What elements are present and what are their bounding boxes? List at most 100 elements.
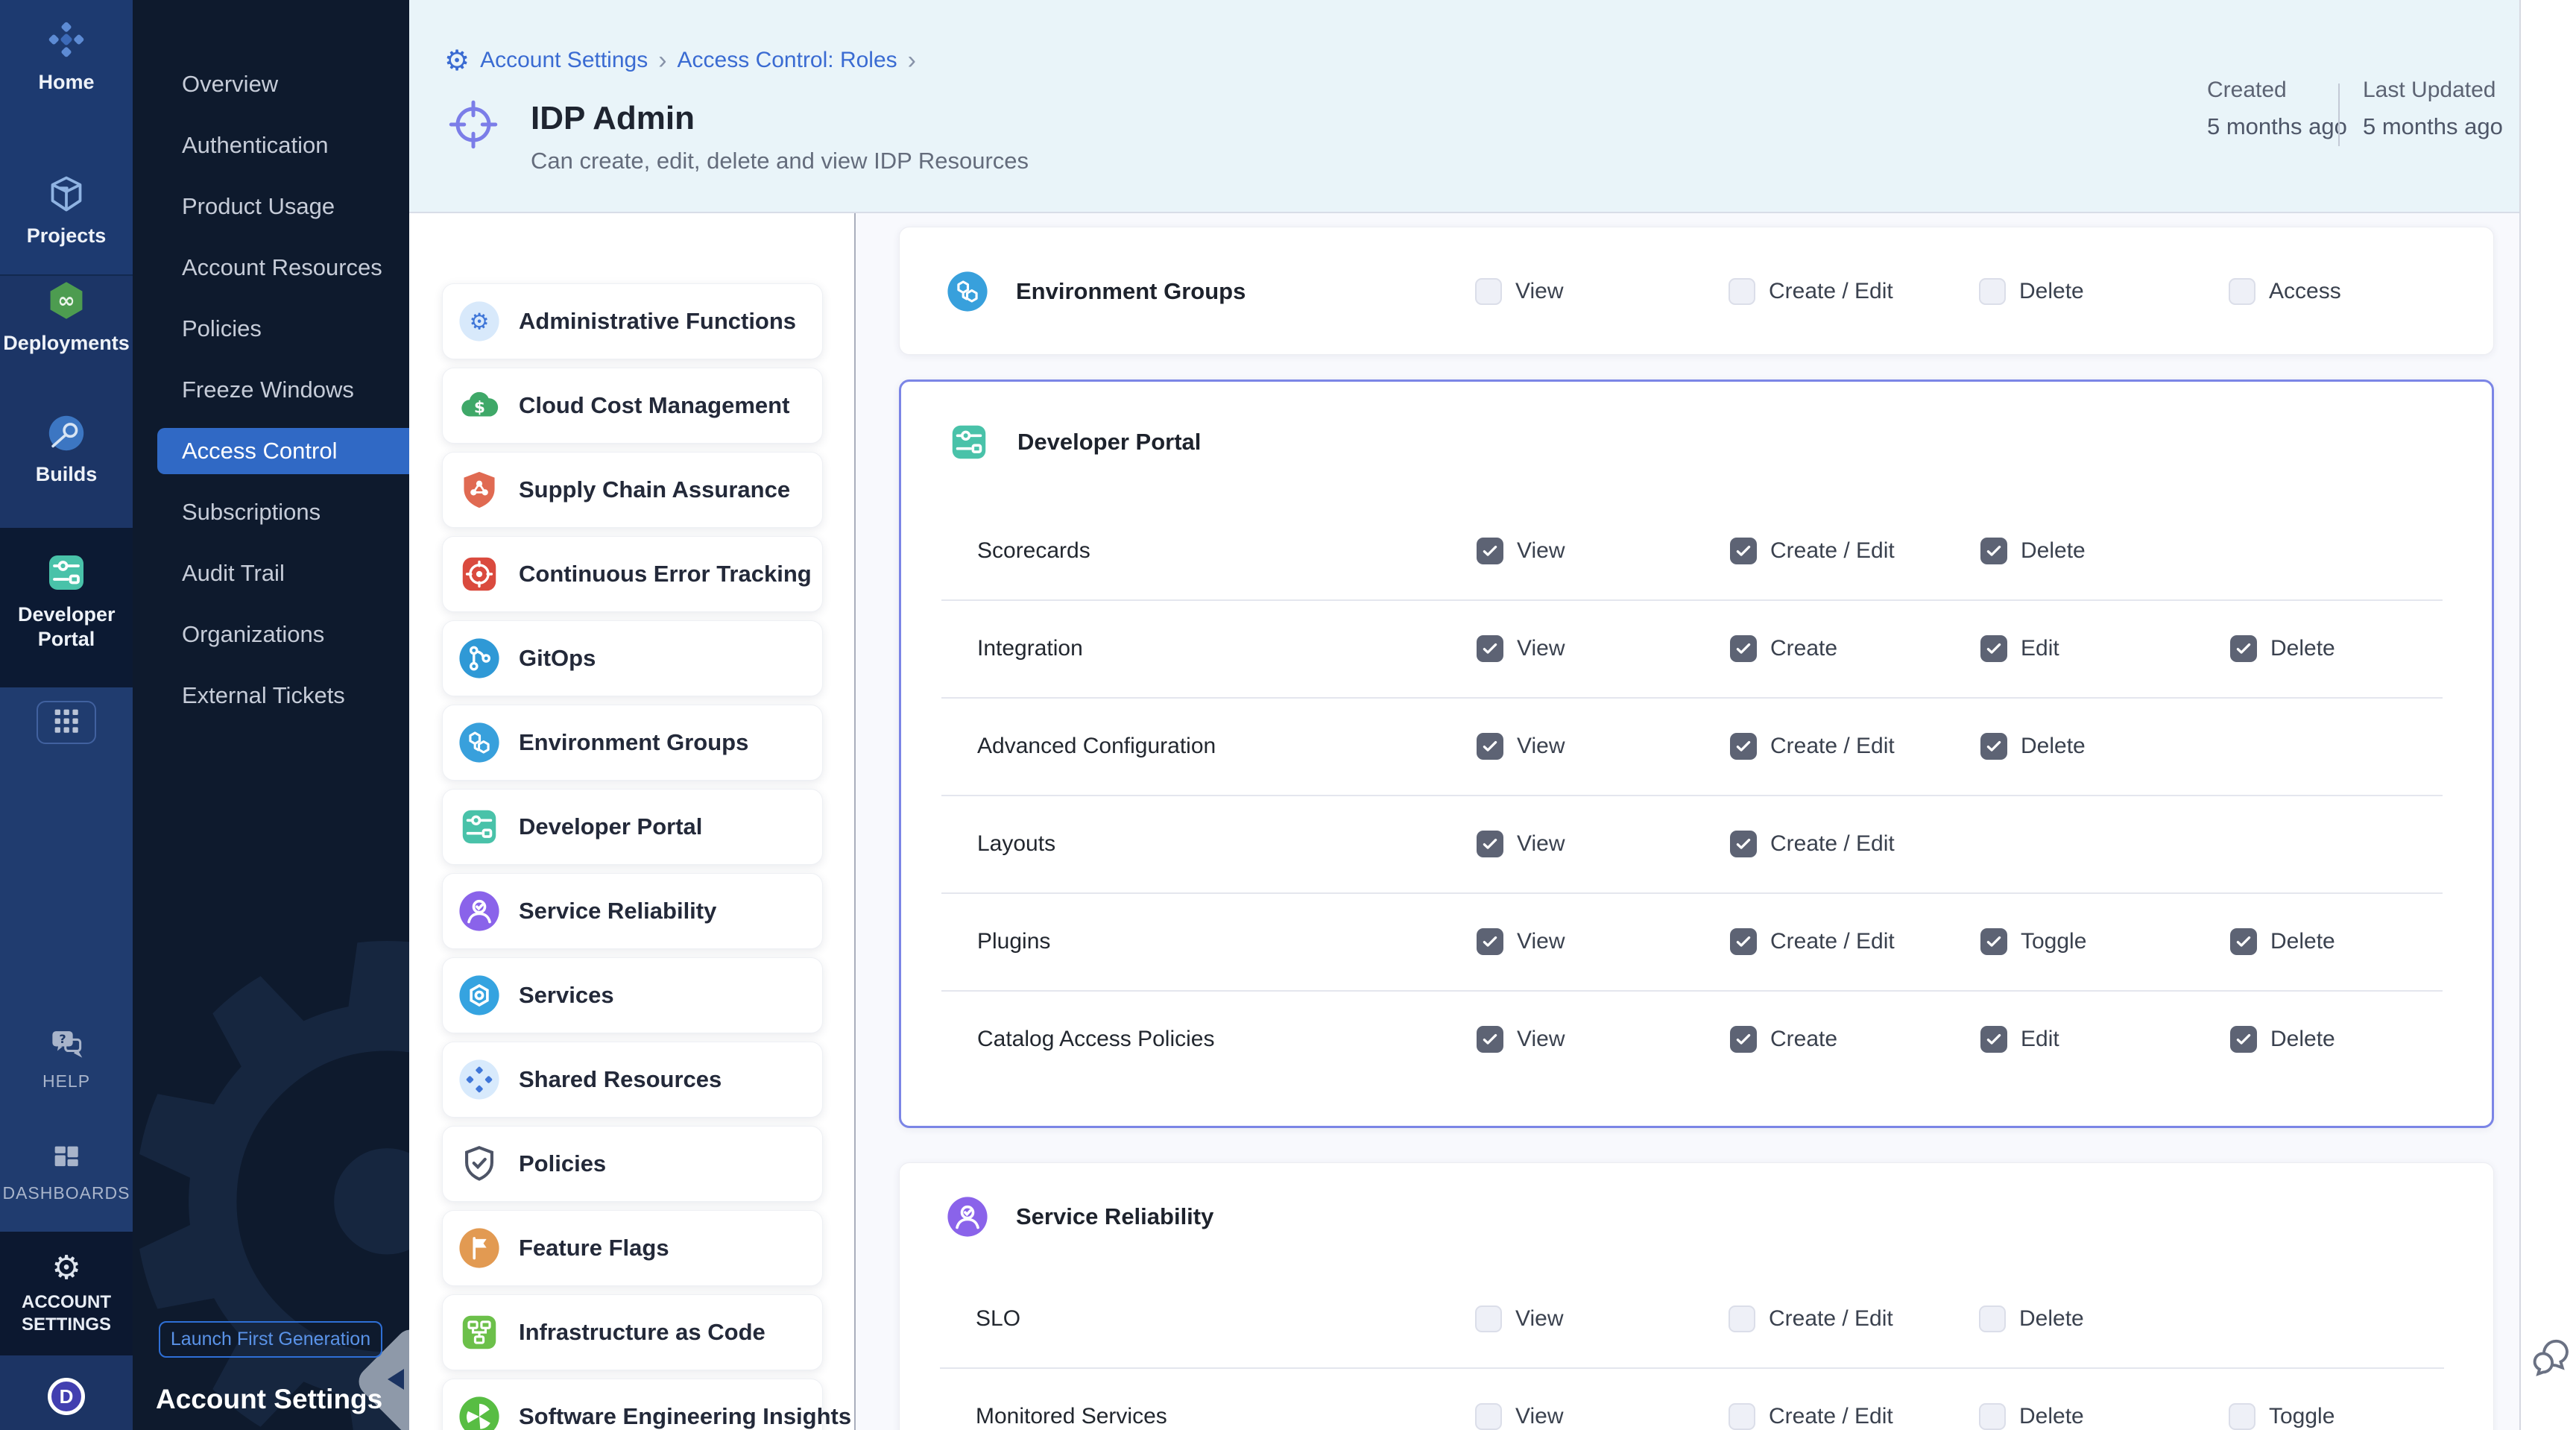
checkbox-plugins-create-edit-checked[interactable] <box>1730 928 1757 955</box>
breadcrumb-link-account-settings[interactable]: Account Settings <box>480 48 648 73</box>
settings-nav-item-freeze-windows[interactable]: Freeze Windows <box>133 359 409 421</box>
resource-item-administrative-functions[interactable]: ⚙Administrative Functions <box>442 283 823 359</box>
settings-nav-item-authentication[interactable]: Authentication <box>133 115 409 176</box>
checkbox-slo-view-unchecked[interactable] <box>1475 1305 1502 1332</box>
resource-item-gitops[interactable]: GitOps <box>442 620 823 696</box>
checkbox-plugins-delete-checked[interactable] <box>2230 928 2257 955</box>
resource-item-shared-resources[interactable]: Shared Resources <box>442 1042 823 1118</box>
permission-label: Create / Edit <box>1770 929 1895 954</box>
resource-item-feature-flags[interactable]: Feature Flags <box>442 1210 823 1286</box>
resource-type-list: ⚙Administrative Functions $Cloud Cost Man… <box>409 213 854 1430</box>
resource-item-label: Cloud Cost Management <box>519 392 789 419</box>
checkbox-integration-view-checked[interactable] <box>1477 635 1503 662</box>
perm-advanced-configuration-view: View <box>1477 733 1565 760</box>
rail-item-account-settings[interactable]: ⚙ ACCOUNT SETTINGS <box>0 1251 133 1336</box>
rail-item-developer-portal[interactable]: Developer Portal <box>0 550 133 652</box>
settings-nav-item-policies[interactable]: Policies <box>133 298 409 359</box>
settings-nav-item-external-tickets[interactable]: External Tickets <box>133 665 409 726</box>
settings-nav-item-subscriptions[interactable]: Subscriptions <box>133 482 409 543</box>
checkbox-integration-delete-checked[interactable] <box>2230 635 2257 662</box>
checkbox-advanced-configuration-delete-checked[interactable] <box>1980 733 2007 760</box>
checkbox-scorecards-delete-checked[interactable] <box>1980 538 2007 564</box>
last-updated-label: Last Updated <box>2363 78 2503 103</box>
checkbox-monitored-services-toggle-unchecked[interactable] <box>2229 1403 2255 1430</box>
perm-environment-groups-delete: Delete <box>1979 278 2084 305</box>
person-check-icon <box>458 889 501 933</box>
settings-nav-item-access-control[interactable]: Access Control <box>133 421 409 482</box>
permission-row-label: Scorecards <box>977 538 1090 564</box>
settings-nav-item-audit-trail[interactable]: Audit Trail <box>133 543 409 604</box>
checkbox-slo-create-edit-unchecked[interactable] <box>1729 1305 1755 1332</box>
checkbox-integration-edit-checked[interactable] <box>1980 635 2007 662</box>
permission-row-label: Plugins <box>977 929 1050 954</box>
checkbox-monitored-services-delete-unchecked[interactable] <box>1979 1403 2006 1430</box>
cube-icon <box>44 171 89 216</box>
permissions-pane: Environment GroupsViewCreate / EditDelet… <box>856 213 2519 1430</box>
harness-logo-icon <box>43 16 89 63</box>
permission-row-label: Monitored Services <box>976 1404 1167 1429</box>
rail-item-label: Builds <box>36 462 98 487</box>
sidebar-collapse-button[interactable] <box>388 1369 404 1390</box>
settings-nav-item-label: Overview <box>182 71 278 98</box>
settings-nav-item-label: Authentication <box>182 132 328 159</box>
checkbox-catalog-access-policies-delete-checked[interactable] <box>2230 1026 2257 1053</box>
rail-item-home[interactable]: Home <box>0 16 133 95</box>
checkbox-environment-groups-delete-unchecked[interactable] <box>1979 278 2006 305</box>
support-chat-icon[interactable] <box>2527 1333 2573 1384</box>
checkbox-environment-groups-access-unchecked[interactable] <box>2229 278 2255 305</box>
checkbox-environment-groups-view-unchecked[interactable] <box>1475 278 1502 305</box>
perm-plugins-toggle: Toggle <box>1980 928 2086 955</box>
checkbox-advanced-configuration-create-edit-checked[interactable] <box>1730 733 1757 760</box>
permission-row-label: Layouts <box>977 831 1055 857</box>
permission-label: View <box>1517 636 1565 661</box>
user-avatar[interactable]: D <box>48 1378 85 1415</box>
launch-first-generation-button[interactable]: Launch First Generation <box>159 1321 382 1358</box>
resource-item-services[interactable]: Services <box>442 957 823 1033</box>
checkbox-advanced-configuration-view-checked[interactable] <box>1477 733 1503 760</box>
checkbox-layouts-create-edit-checked[interactable] <box>1730 831 1757 857</box>
resource-item-software-engineering-insights[interactable]: Software Engineering Insights <box>442 1379 823 1430</box>
settings-nav-item-overview[interactable]: Overview <box>133 54 409 115</box>
permission-row-slo: SLOViewCreate / EditDelete <box>900 1270 2493 1367</box>
resource-item-cloud-cost-management[interactable]: $Cloud Cost Management <box>442 368 823 444</box>
checkbox-slo-delete-unchecked[interactable] <box>1979 1305 2006 1332</box>
checkbox-layouts-view-checked[interactable] <box>1477 831 1503 857</box>
resource-item-infrastructure-as-code[interactable]: Infrastructure as Code <box>442 1294 823 1370</box>
checkbox-catalog-access-policies-create-checked[interactable] <box>1730 1026 1757 1053</box>
checkbox-catalog-access-policies-view-checked[interactable] <box>1477 1026 1503 1053</box>
perm-scorecards-view: View <box>1477 538 1565 564</box>
resource-item-environment-groups[interactable]: Environment Groups <box>442 705 823 781</box>
rail-item-dashboards[interactable]: DASHBOARDS <box>0 1141 133 1204</box>
checkbox-monitored-services-create-edit-unchecked[interactable] <box>1729 1403 1755 1430</box>
rail-item-help[interactable]: ? HELP <box>0 1024 133 1092</box>
permission-label: View <box>1517 734 1565 759</box>
resource-item-developer-portal[interactable]: Developer Portal <box>442 789 823 865</box>
hex-cluster-icon <box>946 270 989 313</box>
checkbox-monitored-services-view-unchecked[interactable] <box>1475 1403 1502 1430</box>
sliders-icon <box>44 550 89 595</box>
perm-slo-delete: Delete <box>1979 1305 2084 1332</box>
checkbox-scorecards-view-checked[interactable] <box>1477 538 1503 564</box>
checkbox-catalog-access-policies-edit-checked[interactable] <box>1980 1026 2007 1053</box>
settings-nav-item-account-resources[interactable]: Account Resources <box>133 237 409 298</box>
perm-advanced-configuration-delete: Delete <box>1980 733 2086 760</box>
checkbox-environment-groups-create-edit-unchecked[interactable] <box>1729 278 1755 305</box>
permission-label: Create <box>1770 1027 1837 1052</box>
resource-item-continuous-error-tracking[interactable]: Continuous Error Tracking <box>442 536 823 612</box>
checkbox-plugins-toggle-checked[interactable] <box>1980 928 2007 955</box>
permission-row-scorecards: ScorecardsViewCreate / EditDelete <box>901 502 2492 599</box>
rail-item-projects[interactable]: Projects <box>0 171 133 248</box>
checkbox-integration-create-checked[interactable] <box>1730 635 1757 662</box>
rail-item-builds[interactable]: Builds <box>0 412 133 487</box>
checkbox-scorecards-create-edit-checked[interactable] <box>1730 538 1757 564</box>
perm-scorecards-delete: Delete <box>1980 538 2086 564</box>
resource-item-service-reliability[interactable]: Service Reliability <box>442 873 823 949</box>
breadcrumb-link-access-control-roles[interactable]: Access Control: Roles <box>678 48 897 73</box>
rail-item-deployments[interactable]: ∞ Deployments <box>0 277 133 356</box>
module-picker-button[interactable] <box>37 701 96 744</box>
resource-item-supply-chain-assurance[interactable]: Supply Chain Assurance <box>442 452 823 528</box>
checkbox-plugins-view-checked[interactable] <box>1477 928 1503 955</box>
resource-item-policies[interactable]: Policies <box>442 1126 823 1202</box>
settings-nav-item-product-usage[interactable]: Product Usage <box>133 176 409 237</box>
settings-nav-item-organizations[interactable]: Organizations <box>133 604 409 665</box>
